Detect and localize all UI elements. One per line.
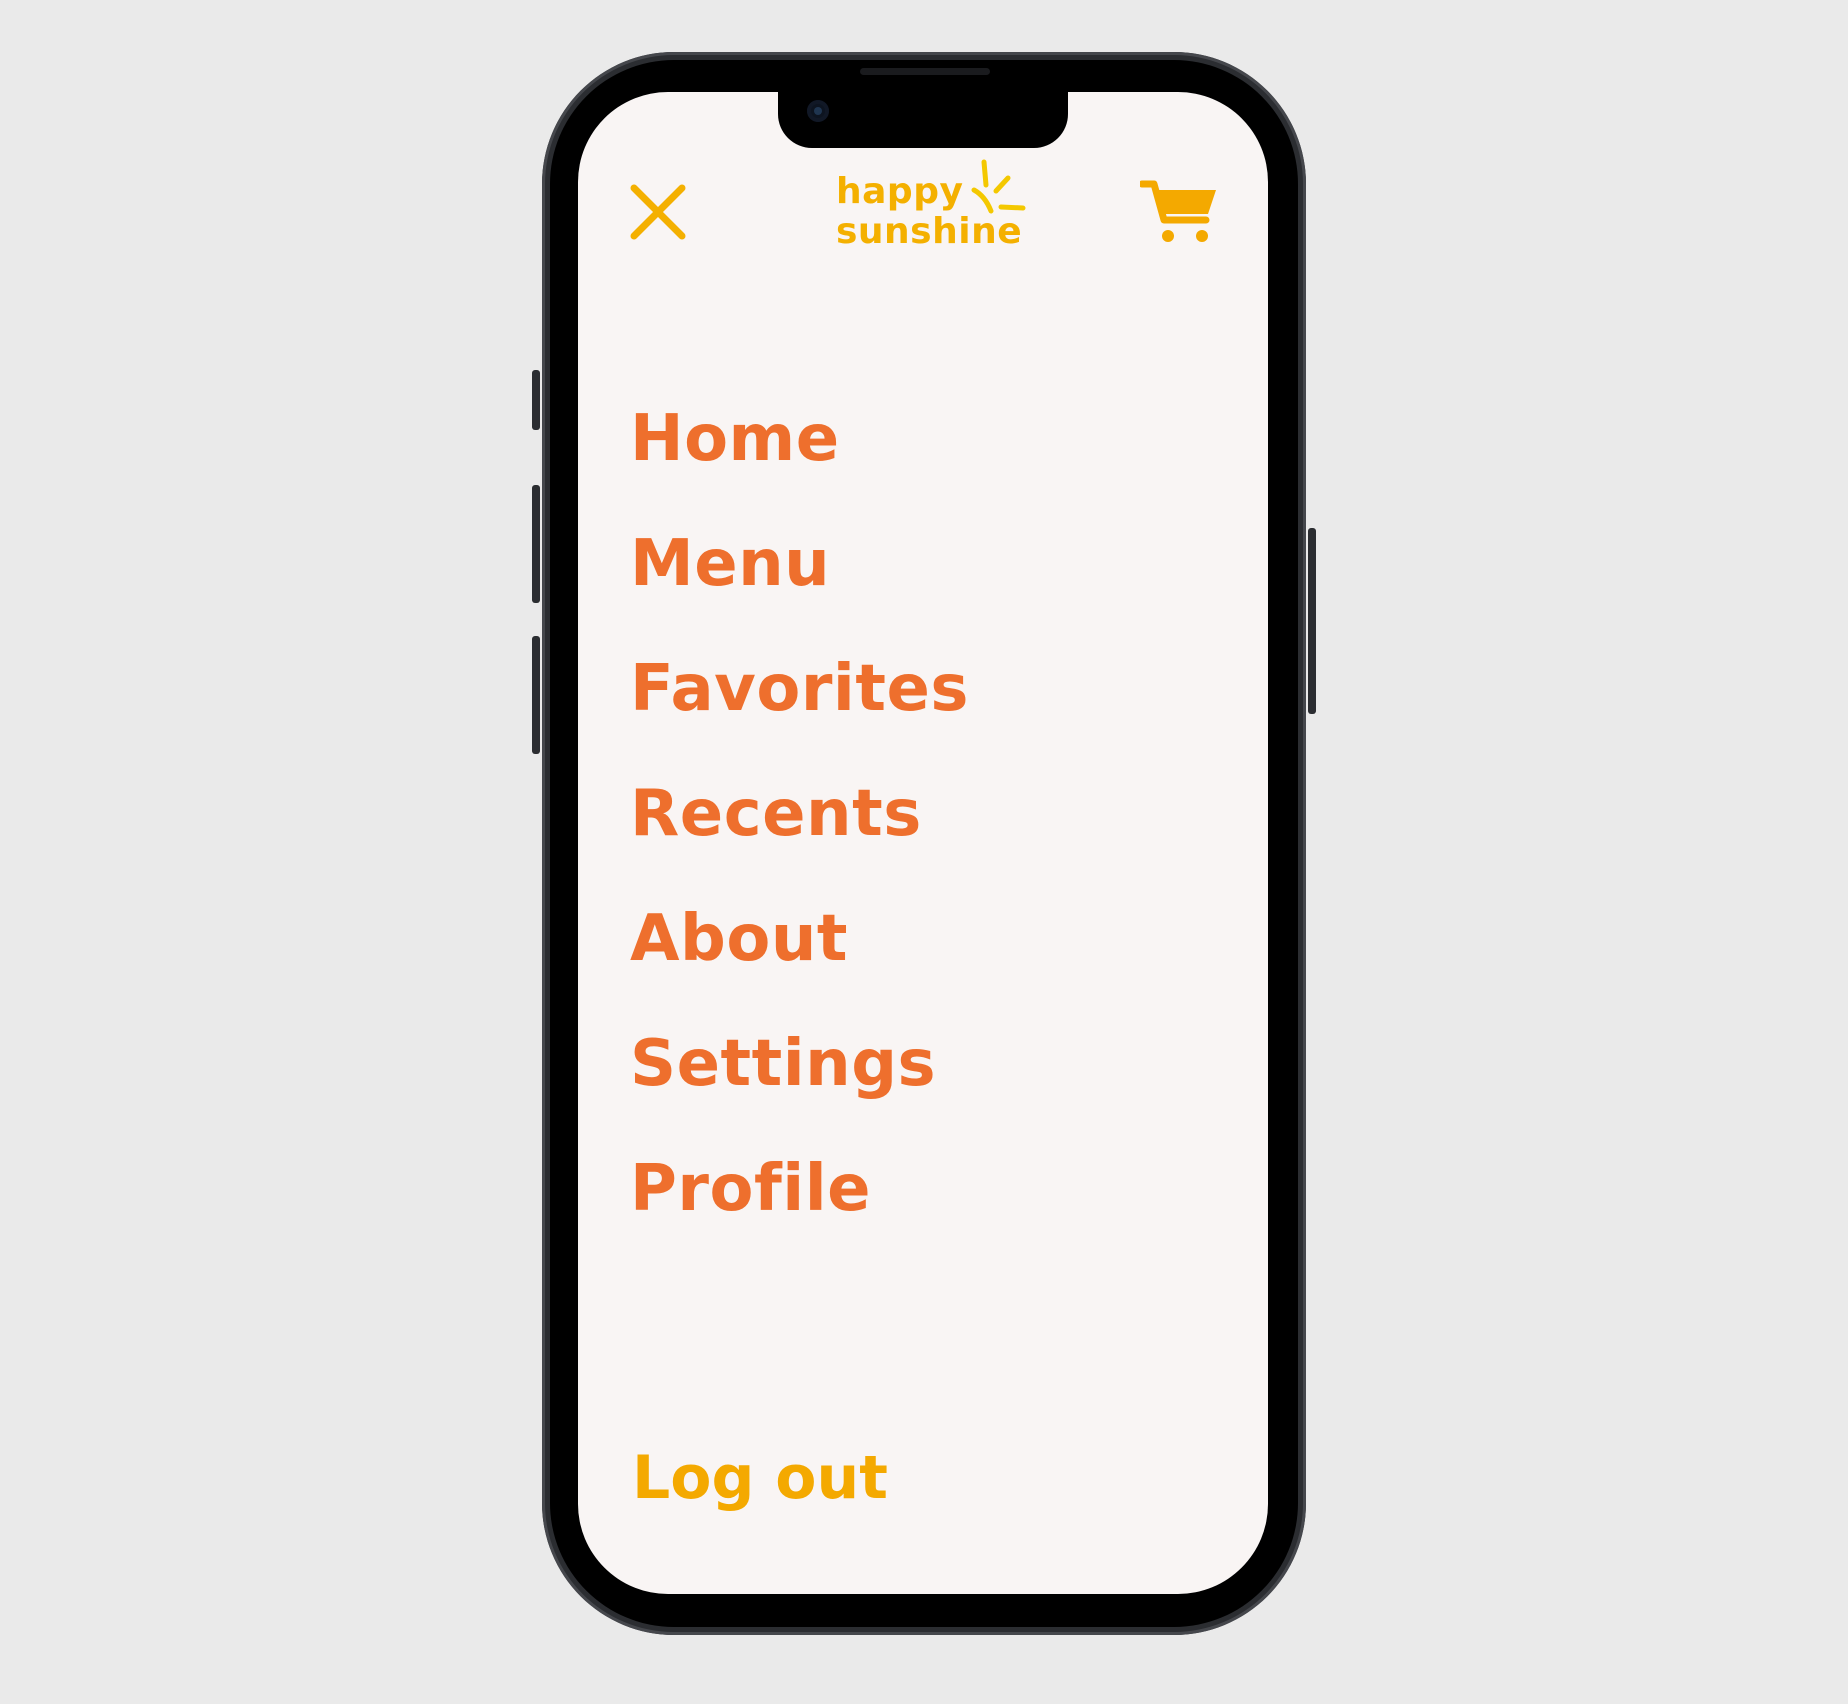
nav-item-settings[interactable]: Settings xyxy=(630,1002,969,1127)
nav-item-profile[interactable]: Profile xyxy=(630,1127,969,1252)
app-screen: happy sunshine Home Menu Favorites Recen… xyxy=(578,92,1268,1594)
nav-item-recents[interactable]: Recents xyxy=(630,752,969,877)
phone-volume-up xyxy=(532,485,540,603)
cart-icon xyxy=(1138,180,1216,242)
phone-speaker xyxy=(860,68,990,75)
nav-item-favorites[interactable]: Favorites xyxy=(630,627,969,752)
nav-item-about[interactable]: About xyxy=(630,877,969,1002)
nav-item-home[interactable]: Home xyxy=(630,377,969,502)
close-menu-button[interactable] xyxy=(630,184,686,240)
cart-button[interactable] xyxy=(1138,178,1220,250)
brand-logo[interactable]: happy sunshine xyxy=(836,158,1036,258)
logout-button[interactable]: Log out xyxy=(632,1448,888,1508)
main-navigation: Home Menu Favorites Recents About Settin… xyxy=(630,377,969,1252)
phone-volume-down xyxy=(532,636,540,754)
close-icon xyxy=(630,184,686,240)
phone-power-button xyxy=(1308,528,1316,714)
logo-line-1: happy xyxy=(836,171,964,212)
notch xyxy=(778,92,1068,148)
sun-rays-icon xyxy=(971,159,1026,214)
nav-item-menu[interactable]: Menu xyxy=(630,502,969,627)
front-camera xyxy=(807,100,829,122)
phone-mute-switch xyxy=(532,370,540,430)
